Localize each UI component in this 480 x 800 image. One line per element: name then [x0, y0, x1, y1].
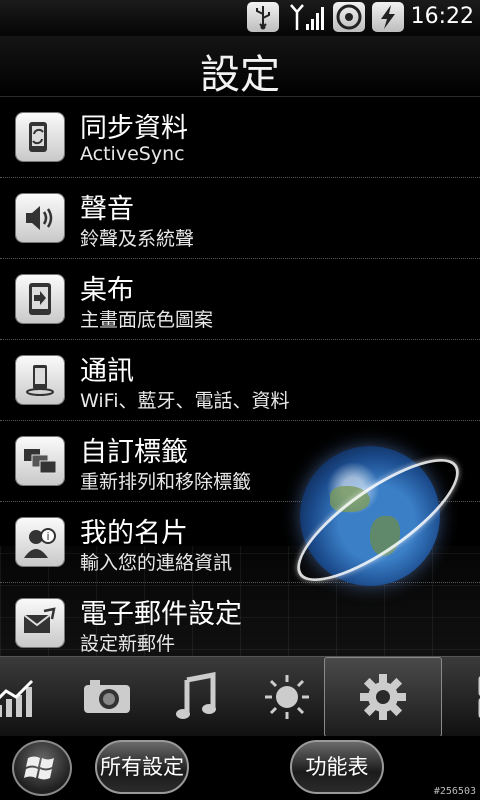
- settings-item-sync[interactable]: 同步資料 ActiveSync: [0, 96, 480, 178]
- settings-item-title: 自訂標籤: [80, 437, 188, 468]
- email-icon: [16, 599, 64, 647]
- settings-item-title: 我的名片: [80, 518, 188, 549]
- start-button[interactable]: [12, 740, 72, 796]
- tab-bar: [0, 656, 480, 737]
- wallpaper-icon: [16, 275, 64, 323]
- tab-music[interactable]: [152, 657, 242, 737]
- music-icon: [176, 672, 216, 719]
- bottom-bar: 所有設定 功能表 #256503: [0, 736, 480, 800]
- settings-item-subtitle: 鈴聲及系統聲: [80, 228, 195, 250]
- settings-item-sound[interactable]: 聲音 鈴聲及系統聲: [0, 177, 480, 259]
- all-settings-button[interactable]: 所有設定: [95, 740, 189, 794]
- settings-item-subtitle: 主畫面底色圖案: [80, 309, 214, 331]
- settings-item-subtitle: ActiveSync: [80, 143, 185, 165]
- tab-all-apps[interactable]: [440, 657, 480, 737]
- settings-item-wallpaper[interactable]: 桌布 主畫面底色圖案: [0, 258, 480, 340]
- battery-charging-icon: [372, 2, 404, 32]
- settings-item-title: 聲音: [80, 194, 134, 225]
- sync-icon: [16, 113, 64, 161]
- page-title: 設定: [200, 52, 280, 98]
- tab-stocks[interactable]: [0, 657, 62, 737]
- signal-icon: [288, 2, 326, 32]
- settings-item-title: 桌布: [80, 275, 134, 306]
- title-bar: 設定: [0, 36, 480, 98]
- settings-item-subtitle: WiFi、藍牙、電話、資料: [80, 390, 290, 412]
- weather-icon: [265, 675, 309, 719]
- tab-weather[interactable]: [242, 657, 332, 737]
- settings-item-subtitle: 輸入您的連絡資訊: [80, 552, 233, 574]
- contact-card-icon: i: [16, 518, 64, 566]
- settings-item-subtitle: 設定新郵件: [80, 633, 176, 655]
- tab-camera[interactable]: [62, 657, 152, 737]
- settings-gear-icon: [360, 674, 406, 720]
- menu-button[interactable]: 功能表: [290, 740, 384, 794]
- tabs-icon: [16, 437, 64, 485]
- settings-item-email[interactable]: 電子郵件設定 設定新郵件: [0, 582, 480, 656]
- stocks-icon: [0, 679, 34, 717]
- settings-item-title: 電子郵件設定: [80, 599, 242, 630]
- settings-item-title: 同步資料: [80, 113, 188, 144]
- settings-item-communications[interactable]: 通訊 WiFi、藍牙、電話、資料: [0, 339, 480, 421]
- svg-text:i: i: [46, 530, 49, 543]
- status-bar: 16:22: [0, 0, 480, 36]
- phone-icon: [16, 356, 64, 404]
- settings-item-title: 通訊: [80, 356, 134, 387]
- grid-icon: [478, 676, 480, 718]
- tab-settings[interactable]: [324, 657, 442, 737]
- windows-logo-icon: [24, 756, 54, 780]
- speaker-icon: [16, 194, 64, 242]
- usb-icon: [247, 2, 279, 32]
- disc-icon: [333, 2, 365, 32]
- watermark: #256503: [433, 786, 476, 797]
- clock: 16:22: [410, 4, 474, 29]
- settings-item-subtitle: 重新排列和移除標籤: [80, 471, 252, 493]
- camera-icon: [84, 680, 130, 713]
